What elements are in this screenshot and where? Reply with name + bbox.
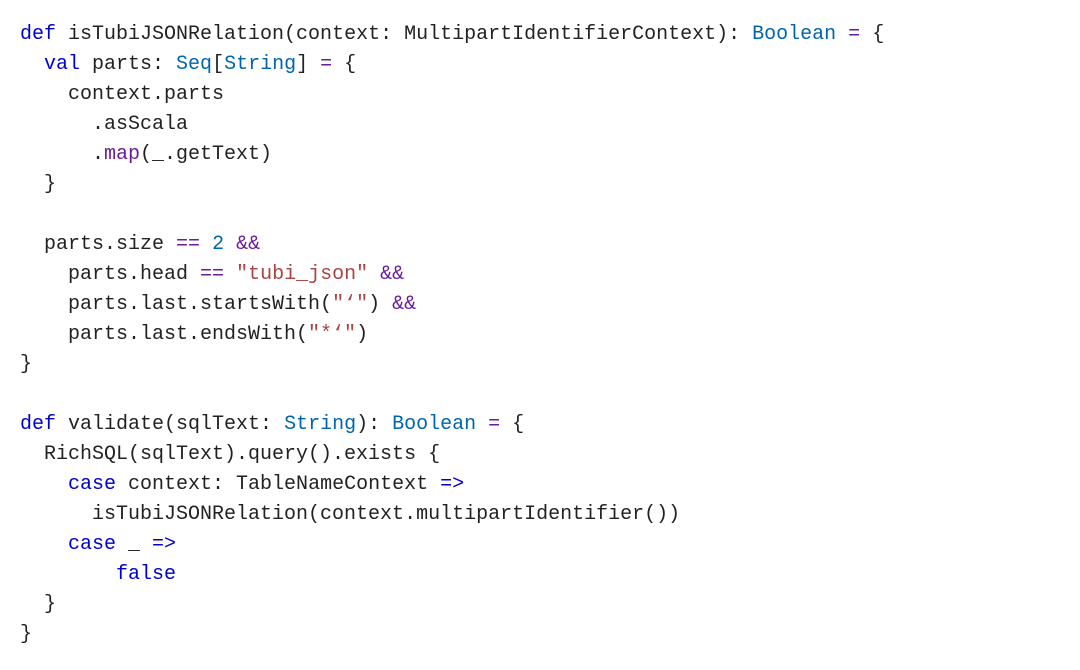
code-token: .asScala	[20, 113, 188, 136]
code-line: }	[20, 170, 1060, 200]
code-line: parts.head == "tubi_json" &&	[20, 260, 1060, 290]
code-token: def	[20, 413, 56, 436]
code-token	[200, 233, 212, 256]
code-token	[368, 263, 380, 286]
code-token: =	[488, 413, 500, 436]
code-token: &&	[380, 263, 404, 286]
code-line: case _ =>	[20, 530, 1060, 560]
code-token: )	[356, 323, 368, 346]
code-line: parts.size == 2 &&	[20, 230, 1060, 260]
code-line: }	[20, 350, 1060, 380]
code-token: String	[224, 53, 296, 76]
code-token: }	[20, 593, 56, 616]
code-token: parts.last.startsWith(	[20, 293, 332, 316]
code-token	[20, 53, 44, 76]
code-line: false	[20, 560, 1060, 590]
code-line: case context: TableNameContext =>	[20, 470, 1060, 500]
code-token: def	[20, 23, 56, 46]
code-token: parts.size	[20, 233, 176, 256]
code-token: "*‘"	[308, 323, 356, 346]
code-token: Seq	[176, 53, 212, 76]
code-token: =>	[152, 533, 176, 556]
code-line: def validate(sqlText: String): Boolean =…	[20, 410, 1060, 440]
code-token: {	[860, 23, 884, 46]
code-token: ==	[200, 263, 224, 286]
code-token: Boolean	[392, 413, 476, 436]
code-token: _	[116, 533, 152, 556]
code-token: ==	[176, 233, 200, 256]
code-token: validate(sqlText:	[56, 413, 284, 436]
code-token: parts.last.endsWith(	[20, 323, 308, 346]
code-token: }	[20, 623, 32, 646]
code-line	[20, 200, 1060, 230]
code-token: .	[20, 143, 104, 166]
code-token	[20, 533, 68, 556]
code-token: =	[320, 53, 332, 76]
code-token: {	[332, 53, 356, 76]
code-token: }	[20, 353, 32, 376]
code-token: )	[368, 293, 392, 316]
code-token	[836, 23, 848, 46]
code-token	[20, 473, 68, 496]
code-line: }	[20, 620, 1060, 650]
code-token	[224, 233, 236, 256]
code-token: isTubiJSONRelation(context: MultipartIde…	[56, 23, 752, 46]
code-token: [	[212, 53, 224, 76]
code-line: RichSQL(sqlText).query().exists {	[20, 440, 1060, 470]
code-token	[476, 413, 488, 436]
code-token: val	[44, 53, 80, 76]
code-token: RichSQL(sqlText).query().exists {	[20, 443, 440, 466]
code-token: case	[68, 473, 116, 496]
code-token: isTubiJSONRelation(context.multipartIden…	[20, 503, 680, 526]
code-token: context: TableNameContext	[116, 473, 440, 496]
code-token	[20, 563, 116, 586]
code-line: context.parts	[20, 80, 1060, 110]
code-line: isTubiJSONRelation(context.multipartIden…	[20, 500, 1060, 530]
code-line: }	[20, 590, 1060, 620]
code-token	[224, 263, 236, 286]
code-line: .map(_.getText)	[20, 140, 1060, 170]
code-token: 2	[212, 233, 224, 256]
code-line: val parts: Seq[String] = {	[20, 50, 1060, 80]
code-block: def isTubiJSONRelation(context: Multipar…	[20, 20, 1060, 650]
code-token: ]	[296, 53, 320, 76]
code-line: parts.last.startsWith("‘") &&	[20, 290, 1060, 320]
code-token: false	[116, 563, 176, 586]
code-token: map	[104, 143, 140, 166]
code-token: {	[500, 413, 524, 436]
code-token: ):	[356, 413, 392, 436]
code-token: "‘"	[332, 293, 368, 316]
code-token: case	[68, 533, 116, 556]
code-line: .asScala	[20, 110, 1060, 140]
code-token: "tubi_json"	[236, 263, 368, 286]
code-token: parts.head	[20, 263, 200, 286]
code-token: parts:	[80, 53, 176, 76]
code-token: context.parts	[20, 83, 224, 106]
code-line: def isTubiJSONRelation(context: Multipar…	[20, 20, 1060, 50]
code-token: String	[284, 413, 356, 436]
code-token: =	[848, 23, 860, 46]
code-token: }	[20, 173, 56, 196]
code-token: Boolean	[752, 23, 836, 46]
code-token: &&	[392, 293, 416, 316]
code-line: parts.last.endsWith("*‘")	[20, 320, 1060, 350]
code-line	[20, 380, 1060, 410]
code-token: (_.getText)	[140, 143, 272, 166]
code-token: =>	[440, 473, 464, 496]
code-token: &&	[236, 233, 260, 256]
